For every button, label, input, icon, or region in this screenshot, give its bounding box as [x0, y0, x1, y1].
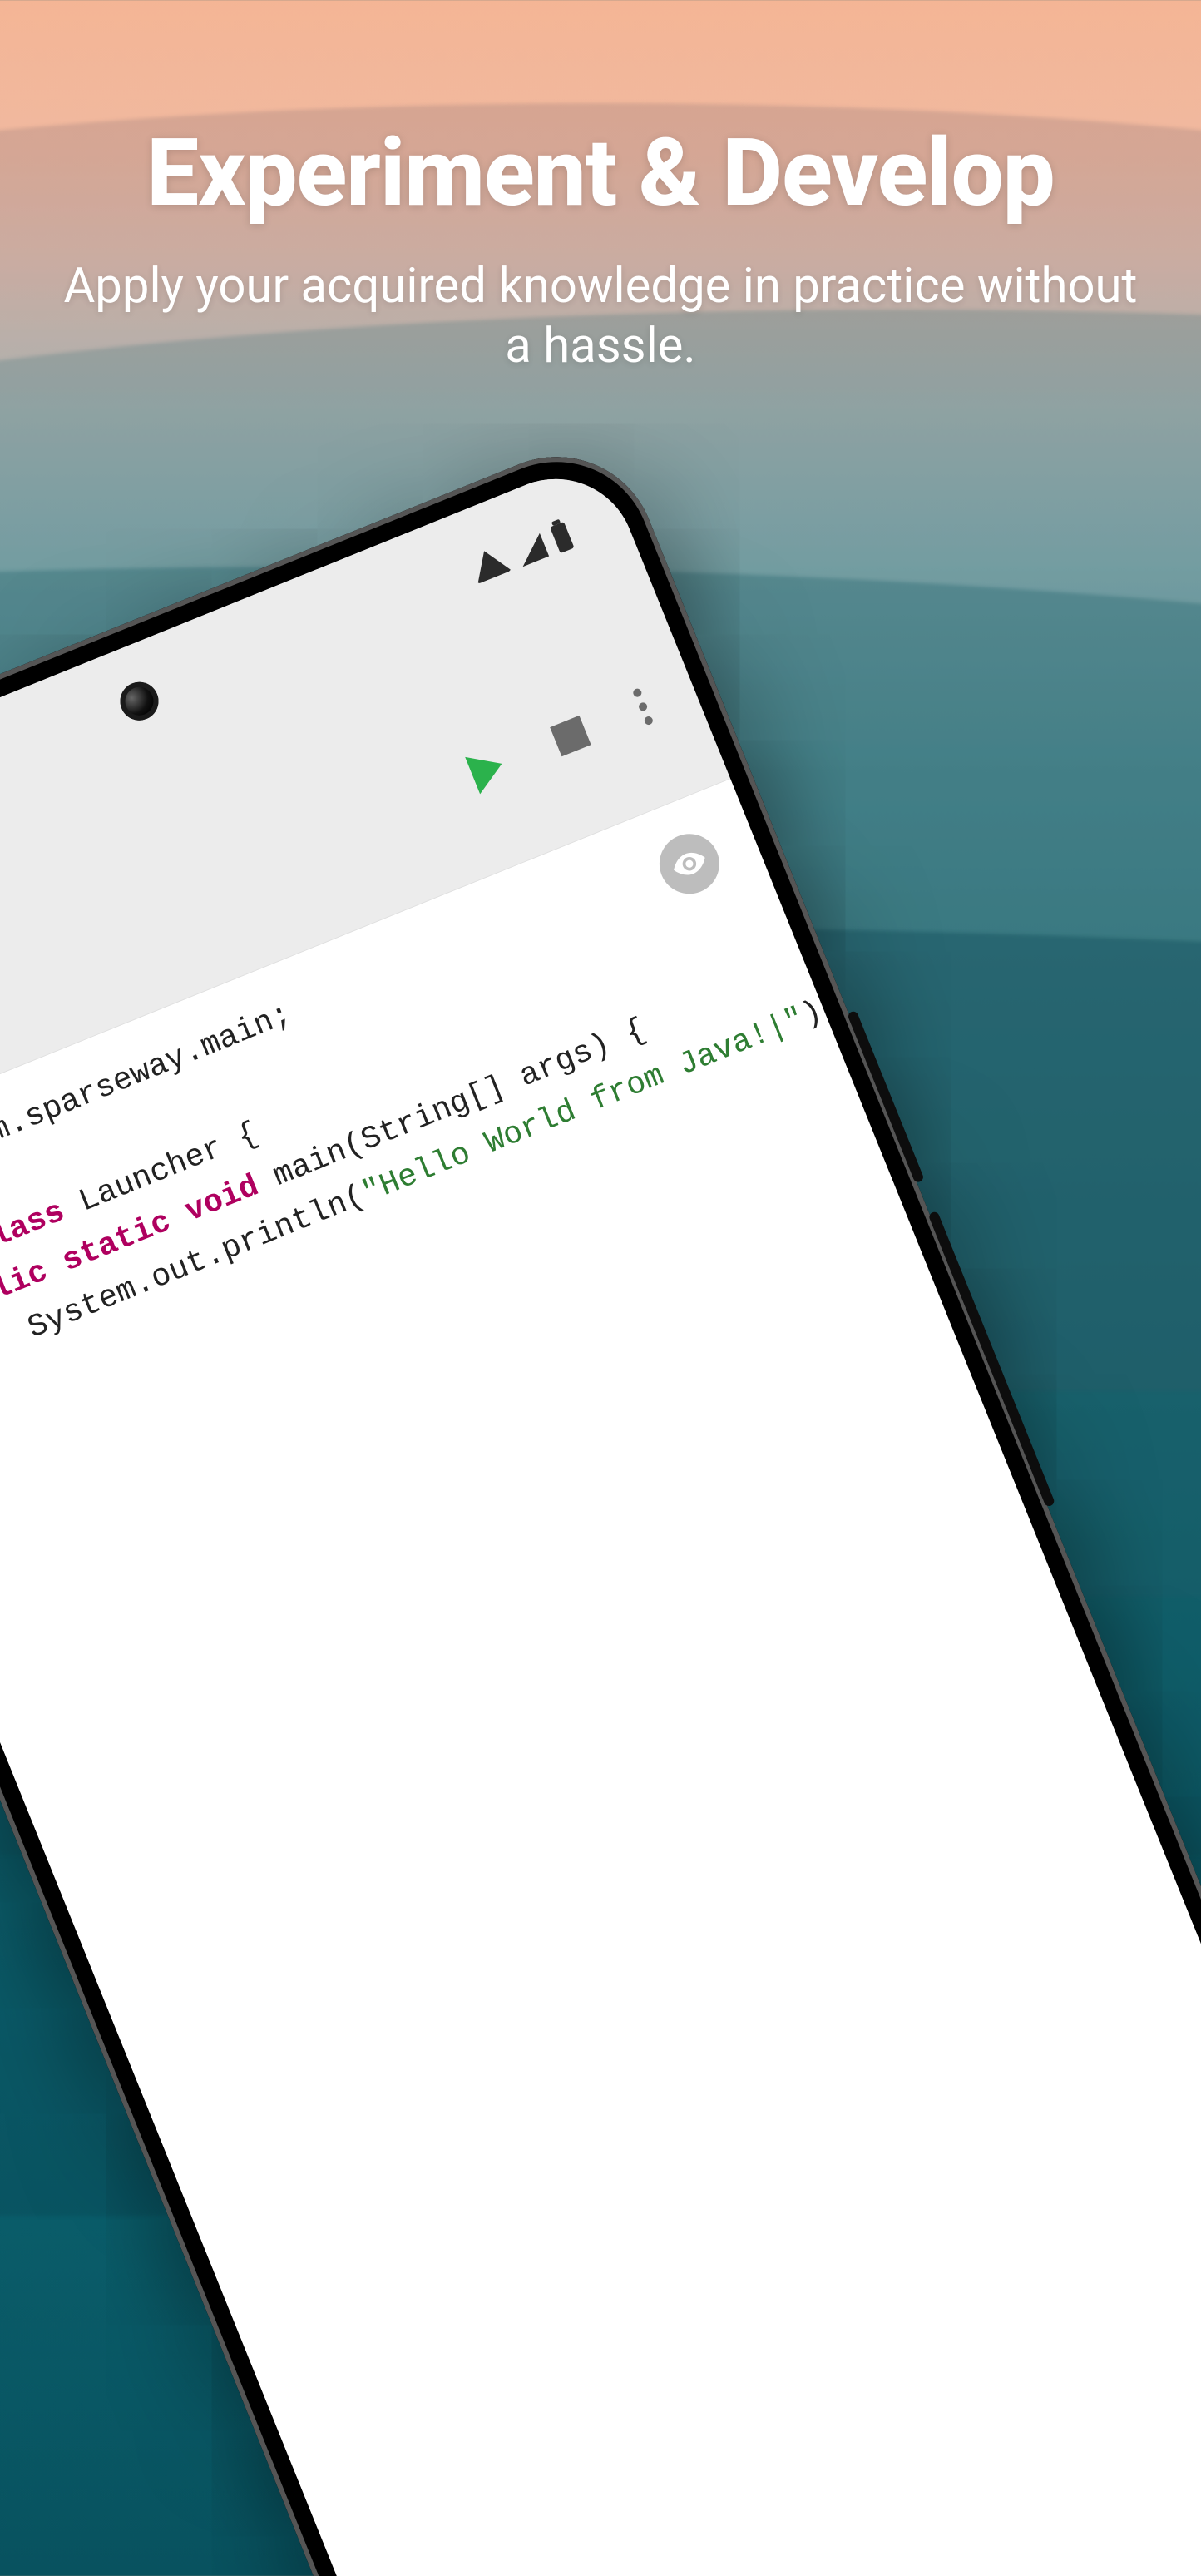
stop-icon[interactable]: [550, 716, 591, 756]
eye-icon: [665, 840, 713, 888]
hero-title: Experiment & Develop: [50, 125, 1151, 223]
brace-close1: }: [0, 1380, 2, 1420]
phone-screen: 9:52 java ×: [0, 455, 1201, 2576]
phone-mockup: 9:52 java ×: [0, 427, 1201, 2576]
hero: Experiment & Develop Apply your acquired…: [0, 125, 1201, 377]
battery-icon: [550, 522, 574, 553]
brace-open2: {: [620, 1012, 650, 1052]
brace-open: {: [232, 1116, 263, 1156]
wifi-icon: [467, 544, 512, 584]
cellular-icon: [513, 533, 549, 567]
hero-subtitle: Apply your acquired knowledge in practic…: [50, 256, 1151, 377]
phone-frame: 9:52 java ×: [0, 427, 1201, 2576]
code-editor[interactable]: package com.sparseway.main; public class…: [0, 779, 1201, 2576]
